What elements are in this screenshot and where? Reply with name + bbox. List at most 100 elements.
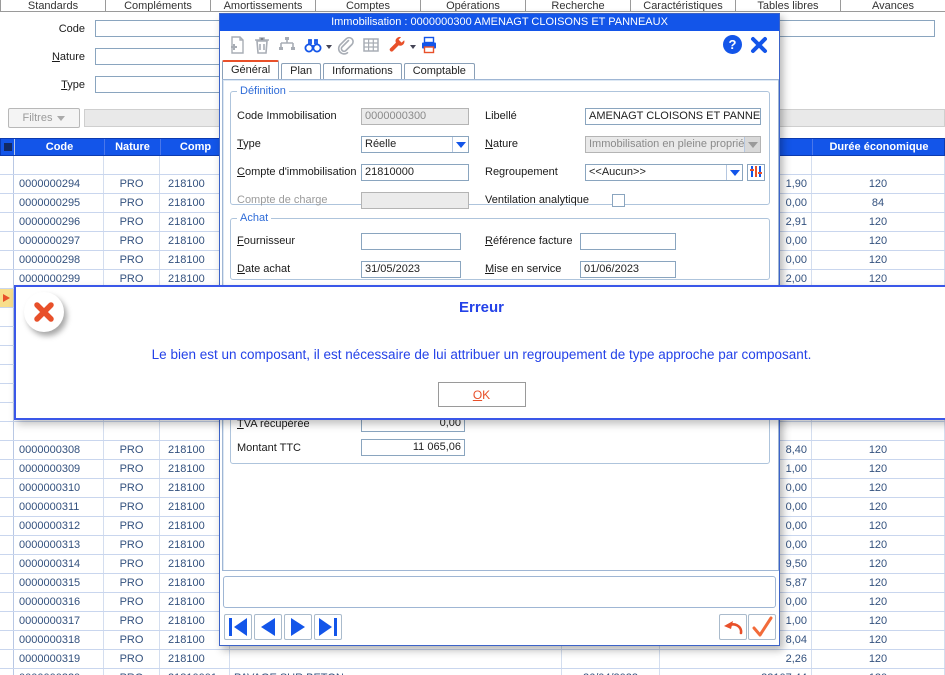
cell-compte: 21810001 (160, 669, 230, 675)
row-selector-cell[interactable] (0, 441, 14, 459)
row-selector-cell[interactable] (0, 650, 14, 668)
dialog-tab[interactable]: Plan (281, 63, 321, 79)
cell-code: 0000000311 (14, 498, 104, 516)
first-record-icon (226, 616, 250, 638)
row-selector-cell[interactable] (0, 213, 14, 231)
reference-facture-input[interactable] (580, 233, 676, 250)
row-selector-cell[interactable] (0, 270, 14, 288)
nature-select: Immobilisation en pleine propriété (585, 136, 761, 153)
row-selector-cell[interactable] (0, 479, 14, 497)
cell-duree: 120 (812, 631, 945, 649)
cell-code: 0000000298 (14, 251, 104, 269)
row-selector-cell[interactable] (0, 384, 14, 402)
row-selector-cell[interactable] (0, 422, 14, 440)
definition-group: Définition Code Immobilisation 000000030… (230, 85, 770, 205)
row-selector-cell[interactable] (0, 498, 14, 516)
next-record-button[interactable] (284, 614, 312, 640)
row-selector-cell[interactable] (0, 251, 14, 269)
chevron-down-icon[interactable] (452, 137, 468, 152)
column-header-nature[interactable]: Nature (105, 139, 161, 155)
ribbon-tab[interactable]: Comptes (315, 0, 421, 12)
first-record-button[interactable] (224, 614, 252, 640)
last-record-icon (316, 616, 340, 638)
row-selector-cell[interactable] (0, 574, 14, 592)
print-button[interactable] (418, 35, 440, 57)
search-button[interactable] (302, 35, 324, 57)
regroupement-select[interactable]: <<Aucun>> (585, 164, 743, 181)
tools-menu-caret-icon[interactable] (410, 45, 416, 49)
row-selector-cell[interactable] (0, 327, 14, 345)
selector-column-header[interactable] (1, 139, 15, 155)
cancel-changes-button[interactable] (719, 614, 747, 640)
ribbon-tab[interactable]: Avances (840, 0, 945, 12)
row-selector-cell[interactable] (0, 631, 14, 649)
ribbon-tab[interactable]: Tables libres (735, 0, 841, 12)
ribbon-tab[interactable]: Caractéristiques (630, 0, 736, 12)
cell-code: 0000000319 (14, 650, 104, 668)
ribbon-tab[interactable]: Standards (0, 0, 106, 12)
type-filter-label: Type (5, 79, 85, 91)
analytic-settings-button[interactable] (747, 164, 765, 181)
ribbon-tab[interactable]: Recherche (525, 0, 631, 12)
cell-code: 0000000297 (14, 232, 104, 250)
filters-dropdown-button[interactable]: Filtres (8, 108, 80, 128)
dialog-titlebar[interactable]: Immobilisation : 0000000300 AMENAGT CLOI… (220, 14, 779, 31)
mise-en-service-input[interactable]: 01/06/2023 (580, 261, 676, 278)
cell-duree: 84 (812, 194, 945, 212)
dialog-tab[interactable]: Général (222, 60, 279, 79)
fournisseur-input[interactable] (361, 233, 461, 250)
row-selector-cell[interactable] (0, 232, 14, 250)
cell-nature: PRO (104, 194, 160, 212)
ribbon-tab-label: Opérations (446, 0, 500, 12)
row-selector-cell[interactable] (0, 175, 14, 193)
row-selector-cell[interactable] (0, 289, 14, 307)
date-achat-input[interactable]: 31/05/2023 (361, 261, 461, 278)
tools-button[interactable] (386, 35, 408, 57)
previous-record-button[interactable] (254, 614, 282, 640)
help-button[interactable]: ? (723, 35, 742, 54)
row-selector-cell[interactable] (0, 346, 14, 364)
date-achat-label: Date achat (237, 261, 290, 278)
compte-immo-input[interactable]: 21810000 (361, 164, 469, 181)
ribbon-tab[interactable]: Opérations (420, 0, 526, 12)
cell-duree: 120 (812, 517, 945, 535)
row-selector-cell[interactable] (0, 612, 14, 630)
column-header-duree[interactable]: Durée économique (813, 139, 945, 155)
row-selector-cell[interactable] (0, 669, 14, 675)
ventilation-checkbox[interactable] (612, 194, 625, 207)
row-selector-cell[interactable] (0, 365, 14, 383)
chevron-down-icon (57, 116, 65, 121)
column-header-code[interactable]: Code (15, 139, 105, 155)
dialog-tab-label: Général (231, 64, 270, 76)
table-row[interactable]: 0000000320 PRO 21810001 PAVAGE SUR BETON… (0, 669, 945, 675)
montant-ttc-input[interactable]: 11 065,06 (361, 439, 465, 456)
libelle-input[interactable]: AMENAGT CLOISONS ET PANNEAUX (585, 108, 761, 125)
dialog-tab[interactable]: Comptable (404, 63, 475, 79)
search-menu-caret-icon[interactable] (326, 45, 332, 49)
ventilation-label: Ventilation analytique (485, 192, 589, 209)
previous-record-icon (256, 616, 280, 638)
definition-legend: Définition (237, 85, 289, 97)
row-selector-cell[interactable] (0, 403, 14, 421)
validate-button[interactable] (748, 614, 776, 640)
select-all-icon (4, 143, 12, 151)
row-selector-cell[interactable] (0, 555, 14, 573)
type-select[interactable]: Réelle (361, 136, 469, 153)
row-selector-cell[interactable] (0, 460, 14, 478)
undo-icon (721, 616, 745, 638)
last-record-button[interactable] (314, 614, 342, 640)
chevron-down-icon[interactable] (726, 165, 742, 180)
cell-code: 0000000312 (14, 517, 104, 535)
ribbon-tab[interactable]: Compléments (105, 0, 211, 12)
ribbon-tab[interactable]: Amortissements (210, 0, 316, 12)
row-selector-cell[interactable] (0, 593, 14, 611)
row-selector-cell[interactable] (0, 308, 14, 326)
dialog-tab[interactable]: Informations (323, 63, 402, 79)
row-selector-cell[interactable] (0, 156, 14, 174)
table-row[interactable]: 0000000319 PRO 218100 2,26 120 (0, 650, 945, 669)
close-button[interactable] (748, 35, 770, 57)
row-selector-cell[interactable] (0, 536, 14, 554)
row-selector-cell[interactable] (0, 517, 14, 535)
row-selector-cell[interactable] (0, 194, 14, 212)
ok-button[interactable]: OK (438, 382, 526, 407)
